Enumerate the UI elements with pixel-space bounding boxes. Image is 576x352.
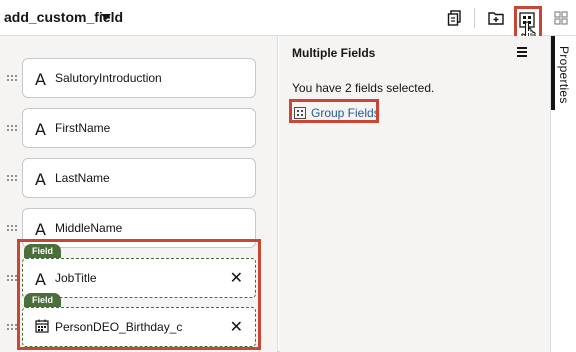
properties-panel: Multiple Fields You have 2 fields select… <box>279 36 550 352</box>
selection-status: You have 2 fields selected. <box>292 81 435 95</box>
field-card[interactable]: A SalutoryIntroduction <box>22 58 256 98</box>
text-type-icon: A <box>35 170 46 189</box>
layout-grid-icon[interactable] <box>552 9 570 27</box>
drag-handle-icon[interactable] <box>7 75 17 81</box>
field-label: MiddleName <box>55 221 123 235</box>
text-type-icon: A <box>35 220 46 239</box>
field-row: A SalutoryIntroduction <box>0 58 277 98</box>
drag-handle-icon[interactable] <box>7 175 17 181</box>
field-card[interactable]: A LastName <box>22 158 256 198</box>
field-label: FirstName <box>55 121 111 135</box>
field-label: LastName <box>55 171 110 185</box>
tab-properties[interactable]: Properties <box>557 46 571 104</box>
group-fields-highlight <box>289 99 379 123</box>
text-type-icon: A <box>35 70 46 89</box>
drag-handle-icon[interactable] <box>7 324 17 330</box>
field-row: A LastName <box>0 158 277 198</box>
side-tab-strip: Properties <box>550 36 576 352</box>
menu-icon[interactable] <box>517 47 527 59</box>
chevron-down-icon[interactable] <box>101 14 111 20</box>
active-tab-indicator <box>551 36 555 110</box>
copy-document-icon[interactable] <box>446 9 464 27</box>
drag-handle-icon[interactable] <box>7 225 17 231</box>
field-row: A FirstName <box>0 108 277 148</box>
add-container-icon[interactable] <box>487 9 505 27</box>
field-card[interactable]: A FirstName <box>22 108 256 148</box>
drag-handle-icon[interactable] <box>7 275 17 281</box>
text-type-icon: A <box>35 120 46 139</box>
drag-handle-icon[interactable] <box>7 125 17 131</box>
field-label: SalutoryIntroduction <box>55 71 162 85</box>
selected-fields-highlight <box>17 239 261 350</box>
header-bar: add_custom_field <box>0 0 576 36</box>
panel-title: Multiple Fields <box>292 46 376 60</box>
toolbar-divider <box>474 8 475 28</box>
